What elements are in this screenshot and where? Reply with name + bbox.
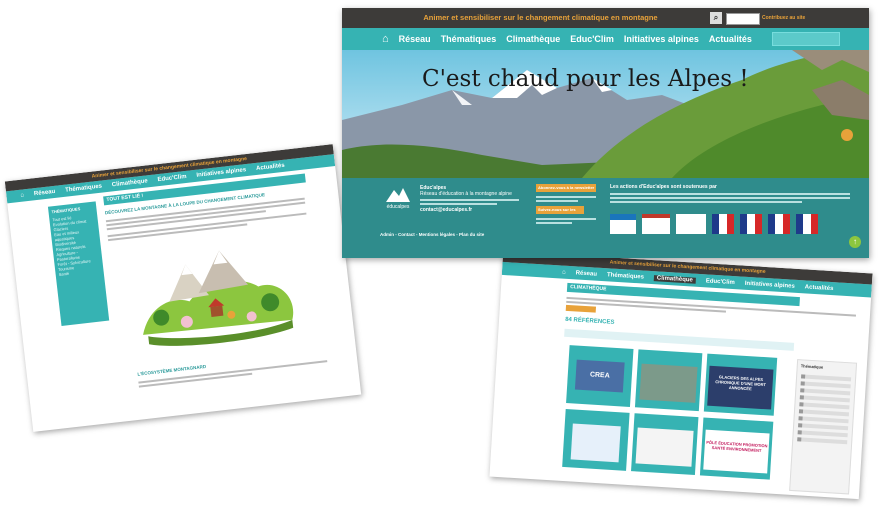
home-icon[interactable]: ⌂ [562,269,566,275]
resource-card[interactable] [562,409,630,471]
filter-checkbox[interactable] [800,388,851,396]
main-nav: ⌂ Réseau Thématiques Climathèque Educ'Cl… [342,28,869,50]
nav-reseau[interactable]: Réseau [399,34,431,44]
partner-logos [610,214,818,234]
home-icon[interactable]: ⌂ [20,192,24,198]
card-title: CREA [574,359,625,393]
card-image [639,363,698,403]
partner-logo[interactable] [610,214,636,234]
filter-checkbox[interactable] [800,381,851,389]
nav-reseau[interactable]: Réseau [34,189,56,197]
header-title: Animer et sensibiliser sur le changement… [423,13,658,22]
nav-educclim[interactable]: Educ'Clim [157,174,187,183]
search-input[interactable] [771,32,840,46]
search-icon[interactable]: ⌕ [710,12,722,24]
partners-intro: Les actions d'Educ'alpes sont soutenues … [610,184,717,190]
thematic-sidebar: THÉMATIQUES Tout est lié Evolution du cl… [47,201,110,326]
resource-card[interactable]: GLACIERS DES ALPES CHRONIQUE D'UNE MORT … [703,353,778,416]
screenshot-homepage: Animer et sensibiliser sur le changement… [342,8,869,258]
footer-links[interactable]: Admin - Contact - Mentions légales - Pla… [380,232,484,237]
home-icon[interactable]: ⌂ [382,33,389,45]
sidebar-title: Thématique [800,363,824,370]
filter-checkbox[interactable] [798,416,849,424]
social-button[interactable]: Suivez-nous sur les réseaux [536,206,584,214]
partner-logo[interactable] [740,214,762,234]
results-title: 84 RÉFÉRENCES [564,316,615,326]
resource-card[interactable]: PÔLE ÉDUCATION PROMOTION SANTÉ ENVIRONNE… [699,417,774,480]
nav-reseau[interactable]: Réseau [575,270,597,277]
contact-email[interactable]: contact@educalpes.fr [420,207,530,213]
org-desc: Réseau d'éducation à la montagne alpine [420,191,512,197]
nav-actualites[interactable]: Actualités [805,284,834,292]
mountain-ecosystem-illustration [143,250,294,346]
nav-climatheque[interactable]: Climathèque [653,274,697,284]
partner-logo[interactable] [676,214,706,234]
org-info: Educ'alpes Réseau d'éducation à la monta… [420,185,530,213]
nav-actualites[interactable]: Actualités [709,34,752,44]
nav-initiatives[interactable]: Initiatives alpines [624,34,699,44]
card-title: PÔLE ÉDUCATION PROMOTION SANTÉ ENVIRONNE… [703,429,770,474]
card-image [570,423,621,463]
nav-climatheque[interactable]: Climathèque [506,34,560,44]
resource-card[interactable]: CREA [566,345,634,407]
nav-thematiques[interactable]: Thématiques [441,34,497,44]
hero-banner: C'est chaud pour les Alpes ! [342,50,869,178]
filter-checkbox[interactable] [801,374,852,382]
nav-climatheque[interactable]: Climathèque [112,178,148,188]
site-header: Animer et sensibiliser sur le changement… [342,8,869,28]
filter-checkbox[interactable] [799,395,850,403]
nav-thematiques[interactable]: Thématiques [607,272,644,280]
card-image [635,427,694,467]
filter-checkbox[interactable] [797,430,848,438]
card-title: GLACIERS DES ALPES CHRONIQUE D'UNE MORT … [707,365,774,410]
partner-logo[interactable] [642,214,670,234]
partners-text [610,191,850,205]
partner-logo[interactable] [768,214,790,234]
filter-checkbox[interactable] [798,409,850,417]
nav-actualites[interactable]: Actualités [256,163,285,172]
propose-button[interactable] [565,304,597,313]
filter-sidebar: Thématique [789,359,858,495]
nav-educclim[interactable]: Educ'Clim [570,34,614,44]
user-button[interactable] [726,13,760,25]
newsletter-button[interactable]: Abonnez-vous à la newsletter [536,184,596,192]
nav-initiatives[interactable]: Initiatives alpines [745,280,795,289]
nav-thematiques[interactable]: Thématiques [65,184,102,194]
arrow-up-icon[interactable]: ↑ [849,236,861,248]
screenshot-climatheque: Animer et sensibiliser sur le changement… [489,250,873,500]
mountain-logo-icon [386,188,410,202]
resource-card[interactable] [634,349,703,412]
filter-checkbox[interactable] [797,437,848,445]
newsletter-text [536,194,596,204]
social-text [536,216,596,226]
filter-checkbox[interactable] [798,423,849,431]
resource-card[interactable] [631,413,699,476]
contribute-link[interactable]: Contribuez au site [762,8,805,28]
nav-educclim[interactable]: Educ'Clim [706,278,735,286]
bottom-text [138,358,328,389]
partner-logo[interactable] [796,214,818,234]
screenshot-thematiques: Animer et sensibiliser sur le changement… [4,144,362,432]
site-footer: éducalpes Educ'alpes Réseau d'éducation … [342,178,869,258]
logo-text: éducalpes [386,204,410,210]
partner-logo[interactable] [712,214,734,234]
hero-title: C'est chaud pour les Alpes ! [422,66,749,92]
filter-checkbox[interactable] [799,402,850,410]
educalpes-logo: éducalpes [384,184,412,212]
